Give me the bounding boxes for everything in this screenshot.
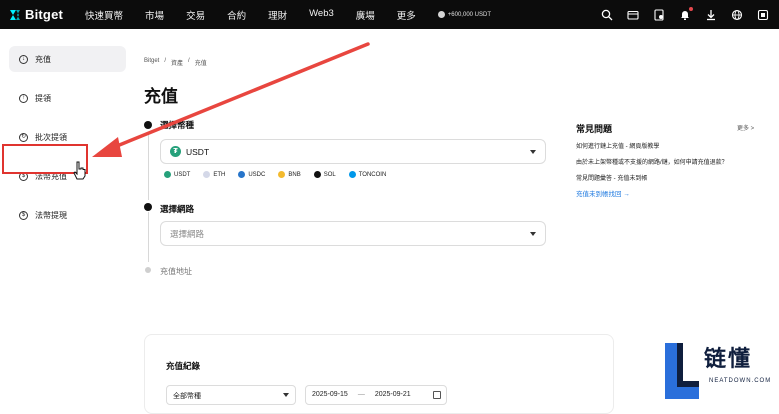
step-select-network-label: 選擇網路 <box>160 204 195 214</box>
coin-chip-label: USDT <box>174 171 191 178</box>
step-3-icon <box>145 267 151 273</box>
page-title: 充值 <box>144 87 178 106</box>
nav-item-web3[interactable]: Web3 <box>309 8 334 22</box>
gift-icon <box>437 11 445 18</box>
brand-name: Bitget <box>25 7 64 22</box>
fiat-withdraw-icon: $ <box>19 210 28 220</box>
deposit-address-label: 充值地址 <box>160 267 192 276</box>
toncoin-icon <box>348 171 356 178</box>
sidebar-item-withdraw[interactable]: ↑ 提領 <box>9 85 126 111</box>
coin-chip-label: SOL <box>323 171 336 178</box>
top-icons <box>587 0 769 29</box>
nav-item-futures[interactable]: 合約 <box>227 8 246 22</box>
breadcrumb-separator: / <box>188 58 190 64</box>
coin-chip-bnb[interactable]: BNB <box>278 171 301 178</box>
step-connector <box>148 132 149 200</box>
bitget-logo-icon <box>10 9 20 20</box>
coin-chip-eth[interactable]: ETH <box>203 171 225 178</box>
records-coin-filter[interactable]: 全部幣種 <box>166 385 296 405</box>
deposit-icon: ↓ <box>19 54 28 64</box>
nav-item-markets[interactable]: 市場 <box>145 8 164 22</box>
orders-icon[interactable] <box>653 8 665 21</box>
nav-item-trade[interactable]: 交易 <box>186 8 205 22</box>
date-separator: — <box>357 391 365 398</box>
bnb-icon <box>278 171 286 178</box>
breadcrumb-separator: / <box>164 58 167 64</box>
promo-banner[interactable]: +600,000 USDT <box>437 11 491 18</box>
download-icon[interactable] <box>705 9 717 21</box>
step-connector <box>148 212 149 262</box>
search-icon[interactable] <box>601 9 613 21</box>
usdt-icon <box>164 171 171 178</box>
main-nav: 快速買幣 市場 交易 合約 理財 Web3 廣場 更多 <box>85 8 438 22</box>
watermark-subtext: NEATDOWN.COM <box>709 378 772 384</box>
withdraw-icon: ↑ <box>19 93 28 103</box>
coin-chip-sol[interactable]: SOL <box>313 171 336 178</box>
date-to: 2025-09-21 <box>374 391 411 398</box>
network-select[interactable]: 選擇網路 <box>160 221 546 246</box>
breadcrumb-assets[interactable]: 資產 <box>171 58 183 67</box>
chevron-down-icon <box>530 150 536 154</box>
top-navigation-bar: Bitget 快速買幣 市場 交易 合約 理財 Web3 廣場 更多 +600,… <box>0 0 779 29</box>
quick-coin-list: USDT ETH USDC BNB SOL TONCOIN <box>164 171 399 178</box>
breadcrumb-home[interactable]: Bitget <box>144 58 159 67</box>
deposit-recovery-link[interactable]: 充值未到帳找回 → <box>576 188 630 198</box>
faq-item[interactable]: 如何進行鏈上充值 - 網頁版教學 <box>576 141 659 150</box>
notification-dot <box>689 6 693 11</box>
sidebar-item-label: 提領 <box>35 93 51 103</box>
nav-item-square[interactable]: 廣場 <box>356 8 375 22</box>
coin-select[interactable]: ₮ USDT <box>160 139 546 164</box>
coin-chip-label: USDC <box>248 171 266 178</box>
nav-item-buy-crypto[interactable]: 快速買幣 <box>85 8 123 22</box>
nav-item-earn[interactable]: 理財 <box>268 8 287 22</box>
coin-chip-usdt[interactable]: USDT <box>164 171 190 178</box>
faq-title: 常見問題 <box>576 124 613 134</box>
faq-more-link[interactable]: 更多 > <box>737 123 754 132</box>
eth-icon <box>203 171 211 178</box>
theme-icon[interactable] <box>757 9 769 21</box>
breadcrumb: Bitget / 資產 / 充值 <box>144 58 212 67</box>
coin-chip-label: BNB <box>288 171 301 178</box>
nav-item-more[interactable]: 更多 <box>397 8 416 22</box>
step-select-coin-label: 選擇幣種 <box>160 120 195 130</box>
usdc-icon <box>238 171 246 178</box>
faq-item[interactable]: 由於未上架幣種或不支援的網路/鏈，如何申請充值退款？ <box>576 157 728 166</box>
step-2-icon <box>144 203 152 211</box>
globe-icon[interactable] <box>731 9 743 21</box>
coin-select-value: USDT <box>186 146 210 157</box>
hand-cursor-icon <box>73 161 86 180</box>
records-date-range[interactable]: 2025-09-15 — 2025-09-21 <box>305 385 447 405</box>
usdt-icon: ₮ <box>170 146 181 157</box>
sidebar-item-label: 充值 <box>35 54 51 64</box>
date-from: 2025-09-15 <box>312 391 348 398</box>
coin-chip-label: ETH <box>213 171 226 178</box>
chevron-down-icon <box>530 232 536 236</box>
sidebar-item-label: 法幣提現 <box>35 210 67 220</box>
batch-withdraw-icon: ↻ <box>19 132 28 142</box>
chevron-down-icon <box>283 393 289 397</box>
wallet-icon[interactable] <box>627 9 639 21</box>
coin-chip-usdc[interactable]: USDC <box>238 171 265 178</box>
sidebar-item-deposit[interactable]: ↓ 充值 <box>9 46 126 72</box>
network-select-placeholder: 選擇網路 <box>170 228 205 239</box>
breadcrumb-current: 充值 <box>194 61 207 67</box>
records-coin-filter-value: 全部幣種 <box>173 393 201 400</box>
calendar-icon <box>433 391 441 399</box>
coin-chip-toncoin[interactable]: TONCOIN <box>348 171 387 178</box>
promo-text: +600,000 USDT <box>447 11 491 18</box>
watermark-text: 链懂 <box>704 346 753 371</box>
coin-chip-label: TONCOIN <box>358 171 387 178</box>
step-1-check-icon <box>144 121 152 129</box>
bitget-logo[interactable]: Bitget <box>8 7 63 22</box>
faq-item[interactable]: 常見問題彙答 - 充值未到帳 <box>576 173 647 182</box>
sidebar-item-label: 批次提領 <box>35 132 67 142</box>
sol-icon <box>313 171 321 178</box>
deposit-records-title: 充值紀錄 <box>166 361 201 371</box>
sidebar-item-fiat-withdraw[interactable]: $ 法幣提現 <box>9 202 126 228</box>
bell-icon[interactable] <box>679 6 693 21</box>
